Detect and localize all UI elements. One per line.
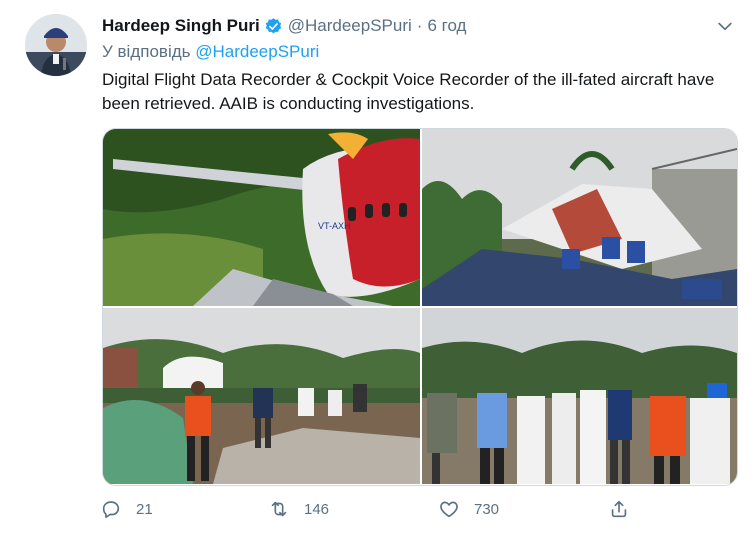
tweet-timestamp[interactable]: 6 год — [427, 16, 466, 36]
photo-fuselage-debris[interactable] — [422, 129, 737, 306]
media-grid: VT-AXH — [102, 128, 738, 486]
aircraft-tail-number: VT-AXH — [318, 221, 351, 231]
separator-dot: · — [416, 16, 423, 35]
author-name[interactable]: Hardeep Singh Puri — [102, 16, 260, 36]
tweet-actions: 21 146 730 — [100, 498, 740, 524]
reply-prefix: У відповідь — [102, 42, 191, 61]
retweet-icon — [271, 501, 287, 517]
avatar[interactable] — [25, 14, 87, 76]
reply-mention-link[interactable]: @HardeepSPuri — [195, 42, 319, 61]
reply-context: У відповідь @HardeepSPuri — [102, 42, 319, 62]
like-button[interactable]: 730 — [438, 498, 499, 520]
like-count: 730 — [474, 500, 500, 518]
photo-aircraft-wreck-grass[interactable]: VT-AXH — [103, 129, 420, 306]
photo-crash-site-responders[interactable] — [103, 308, 420, 484]
reply-button[interactable]: 21 — [100, 498, 153, 520]
chevron-down-icon[interactable] — [715, 16, 735, 36]
tweet-header: Hardeep Singh Puri @HardeepSPuri · 6 год — [102, 14, 735, 38]
verified-badge-icon — [265, 17, 281, 33]
photo-officials-at-site[interactable] — [422, 308, 737, 484]
retweet-count: 146 — [304, 500, 330, 518]
share-icon — [611, 500, 627, 518]
tweet-text: Digital Flight Data Recorder & Cockpit V… — [102, 70, 715, 113]
author-handle[interactable]: @HardeepSPuri — [288, 16, 412, 36]
share-button[interactable] — [608, 498, 644, 520]
heart-icon — [440, 501, 458, 518]
reply-count: 21 — [136, 500, 153, 518]
reply-icon — [102, 501, 120, 519]
retweet-button[interactable]: 146 — [268, 498, 329, 520]
